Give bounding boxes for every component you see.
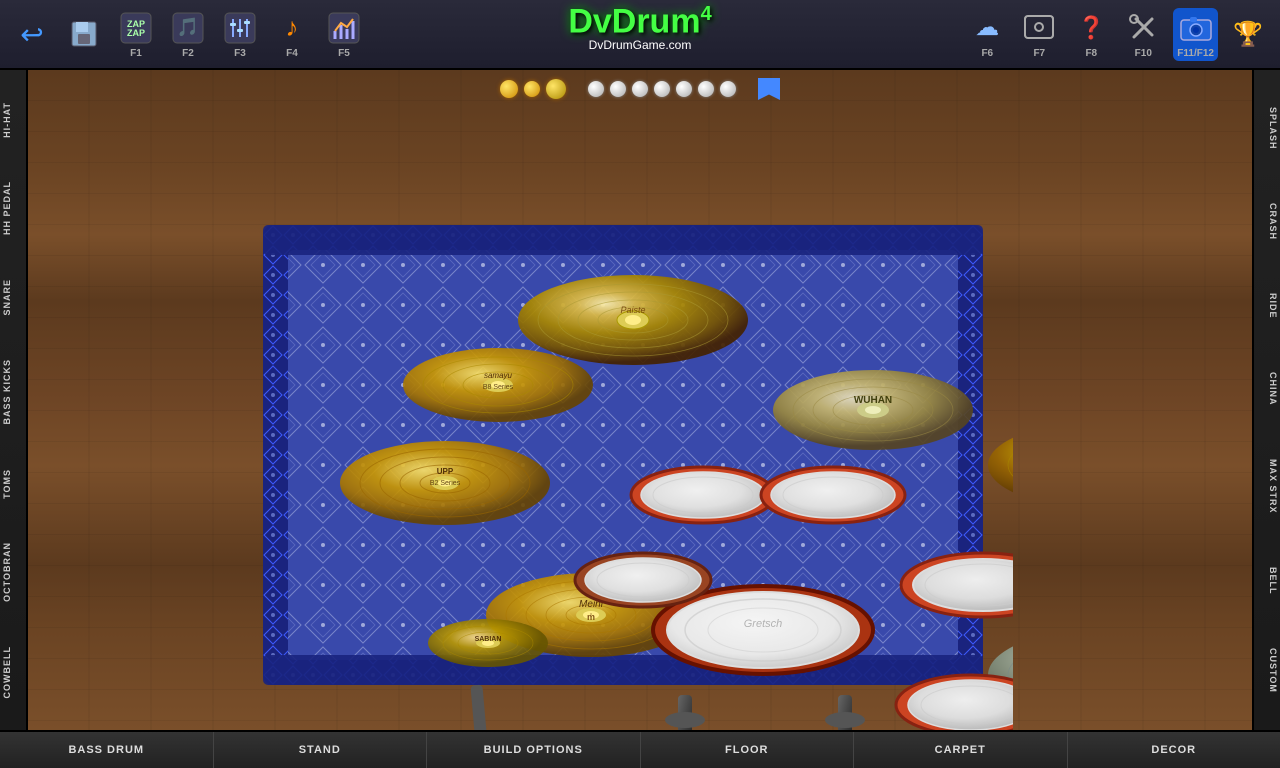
build-options-button[interactable]: BUILD OPTIONS (427, 732, 641, 768)
app-title: DvDrum4 DvDrumGame.com (568, 4, 711, 52)
floor-button[interactable]: FLOOR (641, 732, 855, 768)
f7-button[interactable]: F7 (1017, 10, 1061, 59)
svg-text:ZAP: ZAP (127, 28, 145, 38)
sidebar-item-ride[interactable]: RIDE (1254, 285, 1280, 327)
svg-text:🎵: 🎵 (177, 17, 199, 37)
sidebar-item-hi-hat[interactable]: HI-HAT (0, 94, 26, 146)
f1-label: F1 (130, 48, 142, 59)
subtitle: DvDrumGame.com (568, 38, 711, 52)
stand-button[interactable]: STAND (214, 732, 428, 768)
led-row (500, 78, 780, 100)
svg-text:B8 Series: B8 Series (483, 384, 514, 391)
f8-button[interactable]: ❓ F8 (1069, 10, 1113, 59)
led-gold-2 (524, 81, 540, 97)
sidebar-item-china[interactable]: CHINA (1254, 364, 1280, 414)
undo-button[interactable]: ↩ (10, 16, 54, 52)
led-white-5 (676, 81, 692, 97)
stage: Paiste samayu B8 Series WUHAN (28, 70, 1252, 730)
f6-label: F6 (981, 48, 993, 59)
toolbar: ↩ ZAP ZAP F1 🎵 (0, 0, 1280, 70)
f4-button[interactable]: ♪ F4 (270, 10, 314, 59)
f1-button[interactable]: ZAP ZAP F1 (114, 10, 158, 59)
f10-button[interactable]: F10 (1121, 10, 1165, 59)
f5-button[interactable]: F5 (322, 10, 366, 59)
led-white-1 (588, 81, 604, 97)
save-button[interactable] (62, 16, 106, 52)
title-text: DvDrum (568, 2, 700, 40)
sidebar-item-cowbell[interactable]: COWBELL (0, 638, 26, 707)
svg-text:Gretsch: Gretsch (744, 618, 783, 630)
carpet-button[interactable]: CARPET (854, 732, 1068, 768)
svg-text:ṁ: ṁ (587, 612, 595, 622)
bass-drum-button[interactable]: BASS DRUM (0, 732, 214, 768)
svg-text:B2 Series: B2 Series (430, 480, 461, 487)
decor-button[interactable]: DECOR (1068, 732, 1280, 768)
f3-label: F3 (234, 48, 246, 59)
f7-label: F7 (1033, 48, 1045, 59)
f5-label: F5 (338, 48, 350, 59)
title-number: 4 (701, 3, 712, 25)
sidebar-left: HI-HAT HH PEDAL SNARE BASS KICKS TOMS OC… (0, 70, 28, 730)
sidebar-item-crash[interactable]: CRASH (1254, 195, 1280, 248)
led-gold-3 (546, 79, 566, 99)
main-area: HI-HAT HH PEDAL SNARE BASS KICKS TOMS OC… (0, 70, 1280, 730)
sidebar-item-max-strx[interactable]: MAX STRX (1254, 451, 1280, 522)
led-white-6 (698, 81, 714, 97)
sidebar-item-octobran[interactable]: OCTOBRAN (0, 534, 26, 610)
f1112-button[interactable]: F11/F12 (1173, 8, 1218, 61)
sidebar-item-custom[interactable]: CUSTOM (1254, 640, 1280, 701)
f3-button[interactable]: F3 (218, 10, 262, 59)
sidebar-item-bass-kicks[interactable]: BASS KICKS (0, 351, 26, 433)
drum-kit: Paiste samayu B8 Series WUHAN (223, 165, 1013, 730)
sidebar-item-bell[interactable]: BELL (1254, 559, 1280, 603)
svg-text:SABIAN: SABIAN (475, 636, 502, 643)
sidebar-item-hh-pedal[interactable]: HH PEDAL (0, 173, 26, 243)
f1112-label: F11/F12 (1177, 48, 1214, 59)
led-white-7 (720, 81, 736, 97)
sidebar-right: SPLASH CRASH RIDE CHINA MAX STRX BELL CU… (1252, 70, 1280, 730)
svg-text:Paiste: Paiste (620, 305, 645, 315)
led-white-3 (632, 81, 648, 97)
f10-label: F10 (1135, 48, 1152, 59)
f2-button[interactable]: 🎵 F2 (166, 10, 210, 59)
bookmark-icon[interactable] (758, 78, 780, 100)
sidebar-item-snare[interactable]: SNARE (0, 271, 26, 324)
bottom-bar: BASS DRUM STAND BUILD OPTIONS FLOOR CARP… (0, 730, 1280, 768)
svg-text:samayu: samayu (484, 371, 513, 380)
led-white-4 (654, 81, 670, 97)
svg-text:WUHAN: WUHAN (854, 395, 892, 406)
svg-text:UPP: UPP (437, 467, 454, 476)
led-gold-1 (500, 80, 518, 98)
led-white-2 (610, 81, 626, 97)
trophy-button[interactable]: 🏆 (1226, 16, 1270, 52)
f2-label: F2 (182, 48, 194, 59)
f8-label: F8 (1085, 48, 1097, 59)
sidebar-item-splash[interactable]: SPLASH (1254, 99, 1280, 158)
f4-label: F4 (286, 48, 298, 59)
f6-button[interactable]: ☁ F6 (965, 10, 1009, 59)
sidebar-item-toms[interactable]: TOMS (0, 461, 26, 507)
